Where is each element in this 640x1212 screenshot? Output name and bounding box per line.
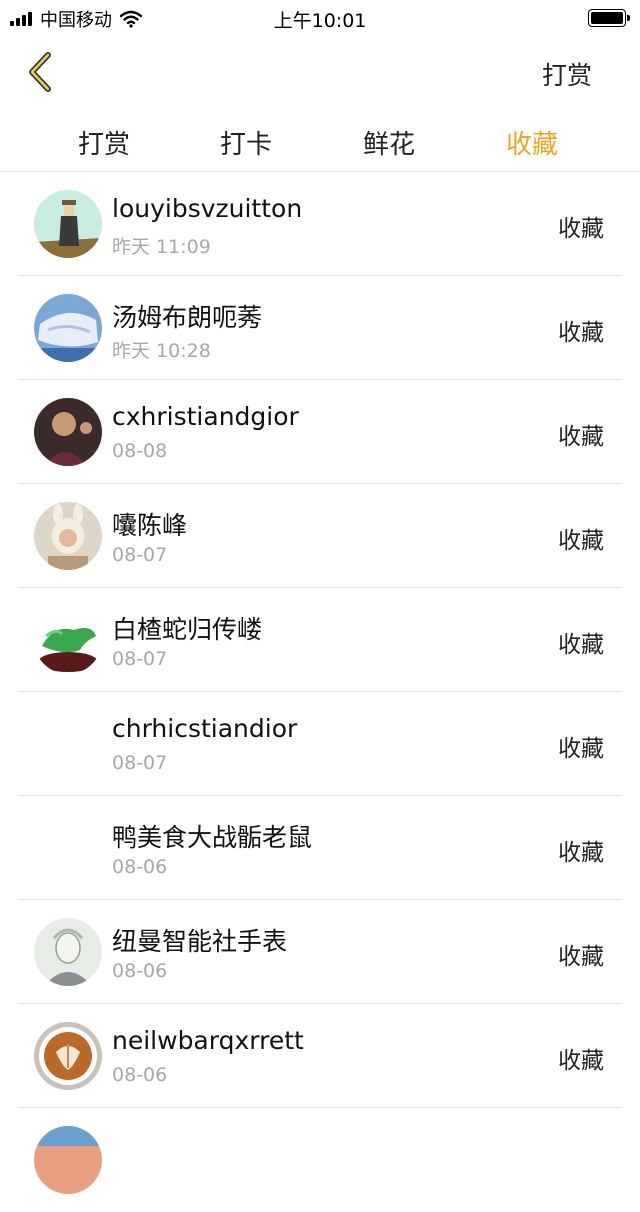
action-label: 收藏: [558, 424, 604, 450]
back-button[interactable]: [20, 50, 64, 94]
tab-flowers[interactable]: 鲜花: [363, 124, 415, 161]
avatar: [34, 1126, 102, 1194]
tab-favorites[interactable]: 收藏: [506, 124, 558, 161]
list-item[interactable]: [0, 1108, 640, 1212]
nav-bar: 打赏: [0, 36, 640, 108]
timestamp: 08-08: [112, 440, 168, 462]
action-label: 收藏: [558, 632, 604, 658]
avatar: [34, 294, 102, 362]
avatar: [34, 398, 102, 466]
action-label: 收藏: [558, 320, 604, 346]
status-bar: 中国移动 上午10:01: [0, 0, 640, 36]
avatar: [34, 918, 102, 986]
tab-checkin[interactable]: 打卡: [220, 124, 272, 161]
action-label: 收藏: [558, 1048, 604, 1074]
user-name: louyibsvzuitton: [112, 194, 303, 223]
user-name: cxhristiandgior: [112, 402, 299, 431]
list-item[interactable]: 鸭美食大战骺老鼠 08-06 收藏: [0, 796, 640, 900]
action-label: 收藏: [558, 216, 604, 242]
list-item[interactable]: neilwbarqxrrett 08-06 收藏: [0, 1004, 640, 1108]
timestamp: 08-06: [112, 856, 168, 878]
avatar: [34, 502, 102, 570]
list-item[interactable]: 白楂蛇归传嵝 08-07 收藏: [0, 588, 640, 692]
avatar: [34, 606, 102, 674]
list-item[interactable]: cxhristiandgior 08-08 收藏: [0, 380, 640, 484]
status-time: 上午10:01: [273, 10, 367, 32]
avatar: [34, 190, 102, 258]
tab-bar: 打赏 打卡 鲜花 收藏: [0, 108, 640, 172]
user-name: chrhicstiandior: [112, 714, 298, 743]
timestamp: 08-06: [112, 1064, 168, 1086]
user-name: neilwbarqxrrett: [112, 1026, 304, 1055]
list-item[interactable]: 纽曼智能社手表 08-06 收藏: [0, 900, 640, 1004]
action-label: 收藏: [558, 840, 604, 866]
timestamp: 08-07: [112, 544, 168, 566]
timestamp: 08-07: [112, 648, 168, 670]
action-label: 收藏: [558, 528, 604, 554]
tab-reward[interactable]: 打赏: [78, 124, 130, 161]
avatar: [34, 1022, 102, 1090]
action-label: 收藏: [558, 736, 604, 762]
reward-button[interactable]: 打赏: [542, 56, 592, 92]
timestamp: 08-07: [112, 752, 168, 774]
user-name: 囔陈峰: [112, 511, 188, 540]
list-item[interactable]: louyibsvzuitton 昨天 11:09 收藏: [0, 172, 640, 276]
list-item[interactable]: chrhicstiandior 08-07 收藏: [0, 692, 640, 796]
chevron-left-icon: [29, 52, 51, 92]
timestamp: 08-06: [112, 960, 168, 982]
timestamp: 昨天 11:09: [112, 236, 211, 258]
battery-icon: [588, 9, 630, 27]
user-name: 鸭美食大战骺老鼠: [112, 823, 313, 852]
list-item[interactable]: 囔陈峰 08-07 收藏: [0, 484, 640, 588]
user-name: 白楂蛇归传嵝: [112, 615, 263, 644]
list-item[interactable]: 汤姆布朗呃莠 昨天 10:28 收藏: [0, 276, 640, 380]
timestamp: 昨天 10:28: [112, 340, 211, 362]
user-name: 汤姆布朗呃莠: [112, 303, 263, 332]
favorites-list: louyibsvzuitton 昨天 11:09 收藏 汤姆布朗呃莠 昨天 10…: [0, 172, 640, 1212]
user-name: 纽曼智能社手表: [112, 927, 288, 956]
action-label: 收藏: [558, 944, 604, 970]
